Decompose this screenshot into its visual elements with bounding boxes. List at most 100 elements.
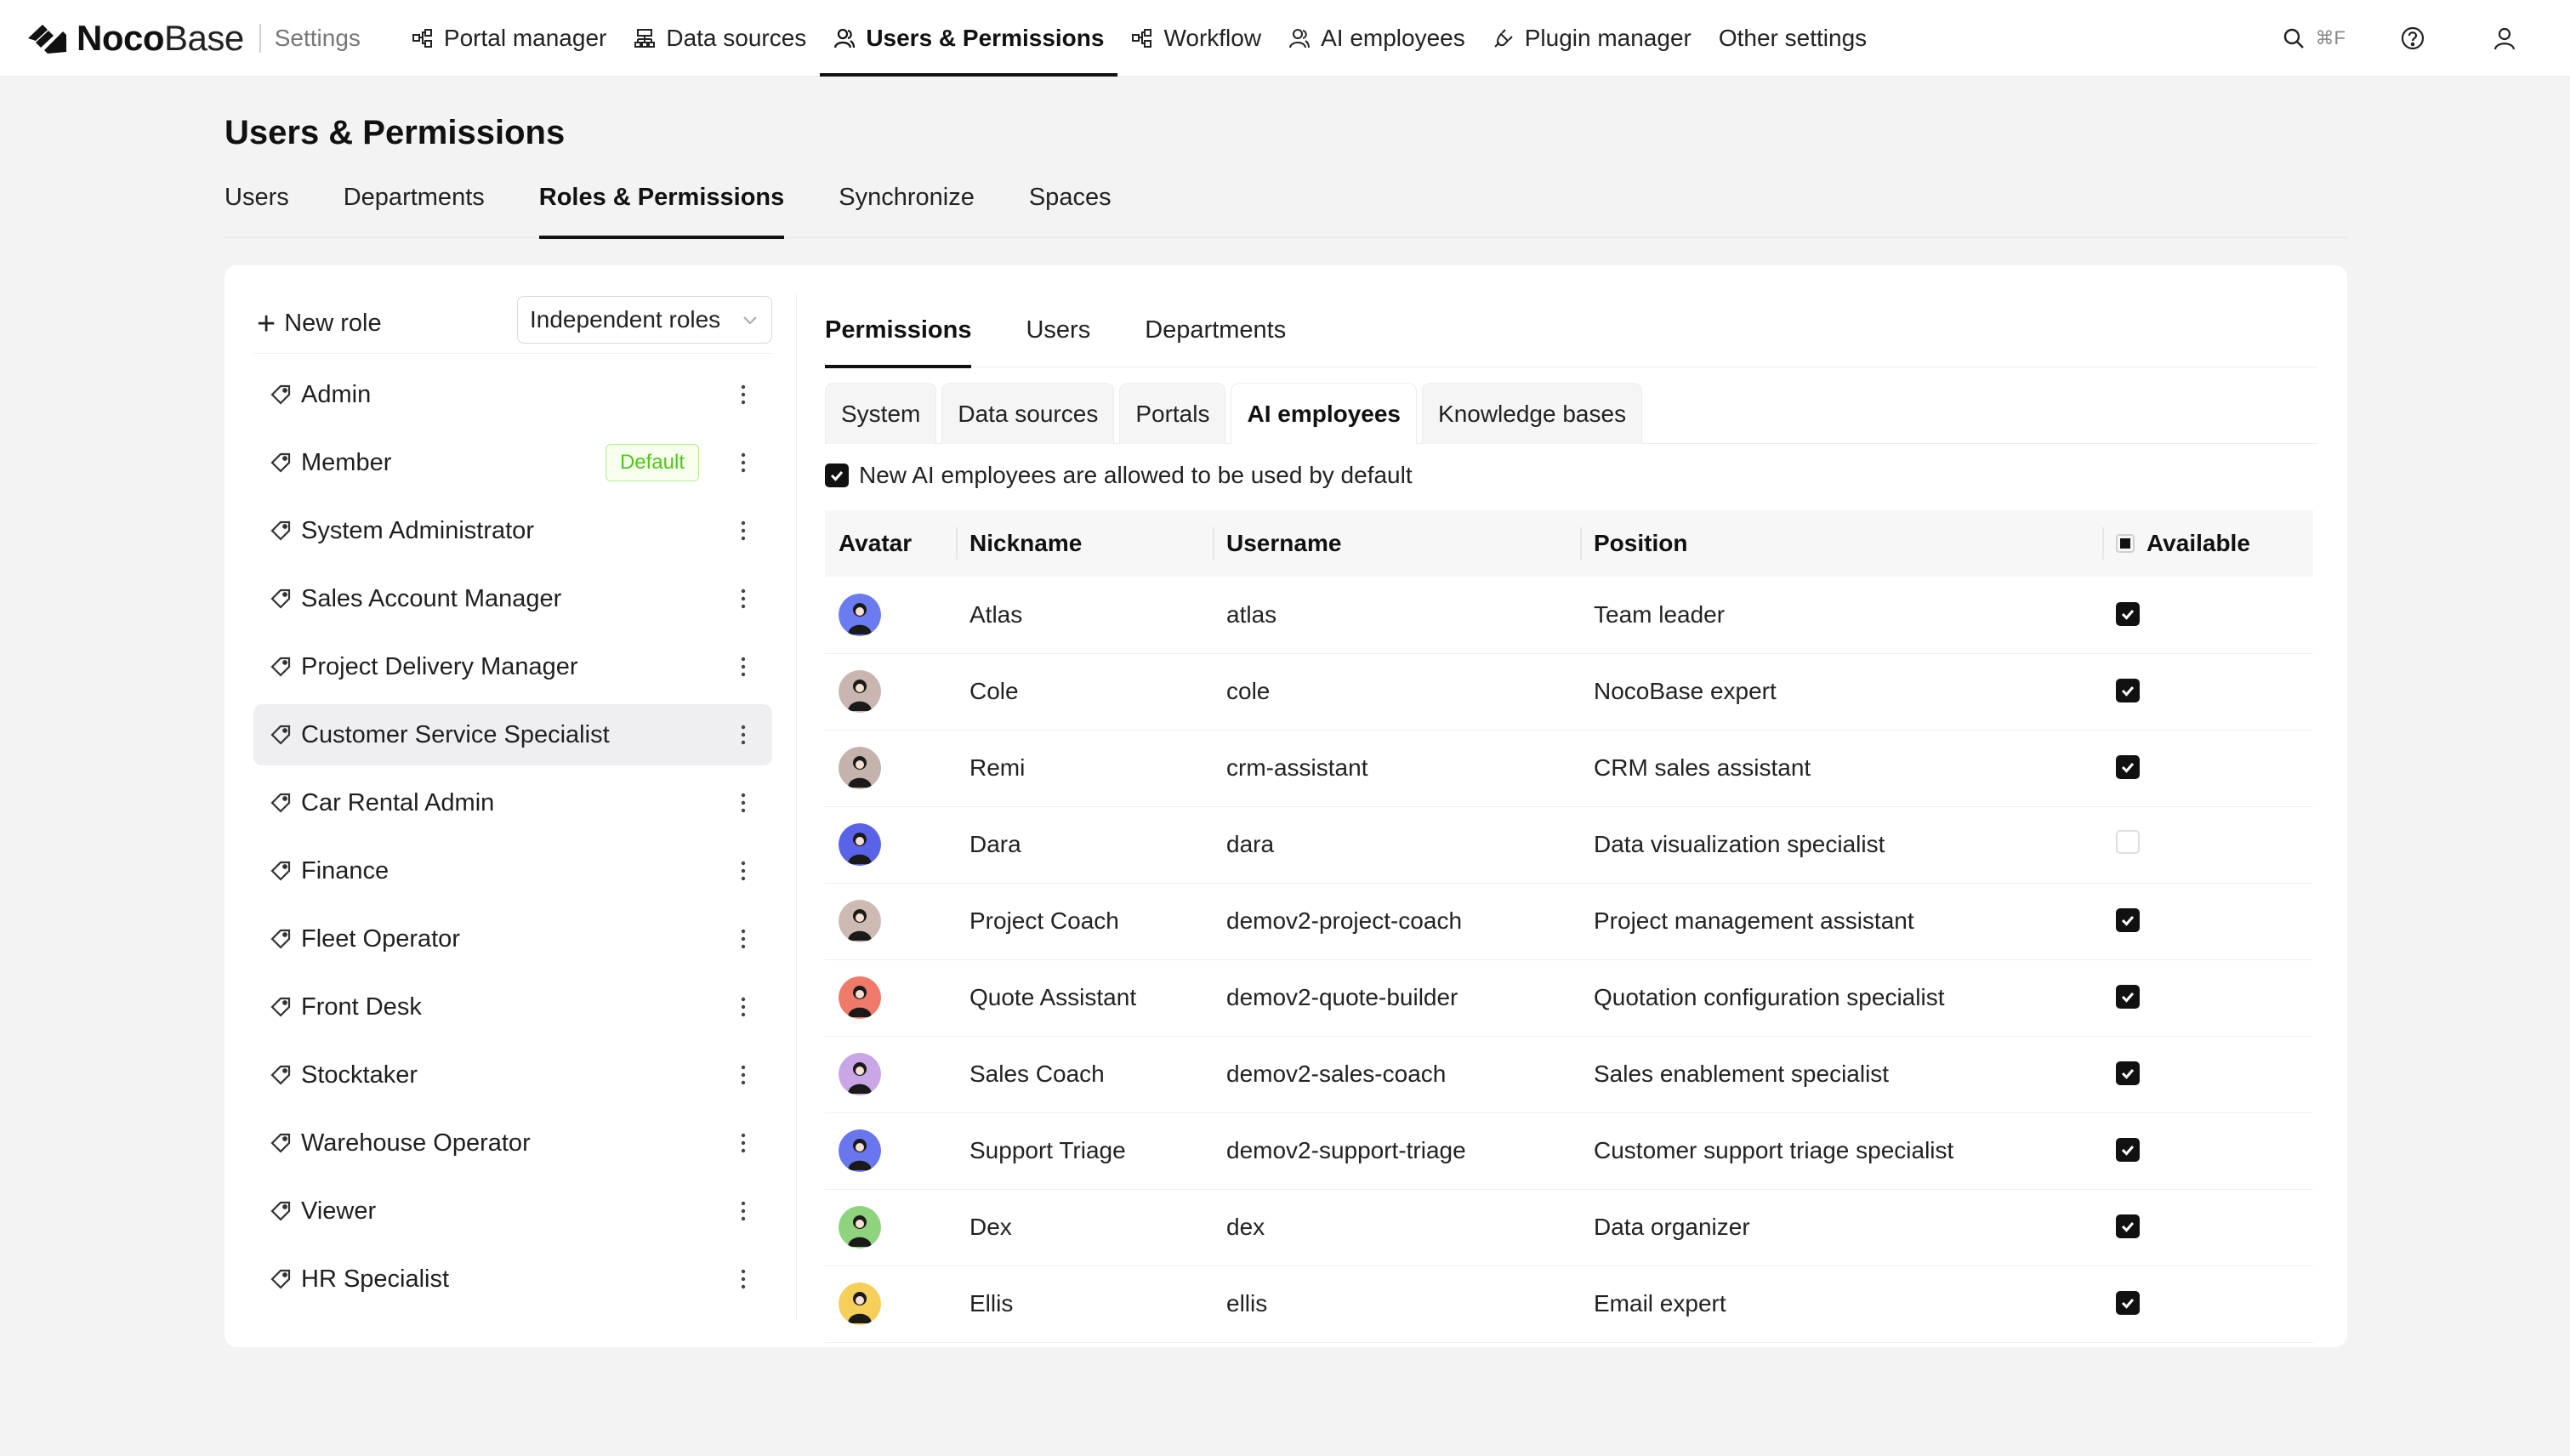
check-icon [2121, 763, 2135, 773]
username-cell: dara [1213, 806, 1580, 884]
help-icon[interactable] [2400, 26, 2425, 51]
role-item[interactable]: Stocktaker [253, 1044, 772, 1106]
available-checkbox[interactable] [2116, 1291, 2140, 1315]
nocobase-logo[interactable]: Noco Base Settings [26, 0, 361, 77]
tag-icon [270, 1133, 291, 1153]
tag-icon [270, 520, 291, 541]
tab-spaces[interactable]: Spaces [1029, 184, 1112, 238]
role-item[interactable]: Front Desk [253, 976, 772, 1038]
tab-permissions[interactable]: Permissions [825, 294, 972, 368]
nav-label: Plugin manager [1524, 24, 1692, 51]
settings-section-label: Settings [274, 24, 361, 51]
role-item[interactable]: Sales Account Manager [253, 568, 772, 629]
role-name: System Administrator [301, 516, 534, 544]
user-avatar-icon[interactable] [2492, 26, 2517, 51]
role-item[interactable]: Member Default [253, 432, 772, 493]
more-options-icon[interactable] [740, 1268, 747, 1290]
role-item[interactable]: Project Delivery Manager [253, 636, 772, 697]
more-options-icon[interactable] [740, 452, 747, 474]
position-cell: NocoBase expert [1580, 653, 2102, 731]
role-item[interactable]: Fleet Operator [253, 908, 772, 970]
nav-other-settings[interactable]: Other settings [1705, 0, 1880, 77]
default-allow-checkbox[interactable] [825, 464, 849, 487]
more-options-icon[interactable] [740, 656, 747, 678]
available-checkbox[interactable] [2116, 1214, 2140, 1238]
available-checkbox[interactable] [2116, 1061, 2140, 1085]
available-checkbox[interactable] [2116, 755, 2140, 779]
role-mode-select[interactable]: Independent roles [517, 295, 772, 344]
tag-icon [270, 929, 291, 949]
available-checkbox[interactable] [2116, 908, 2140, 932]
page-title: Users & Permissions [225, 114, 566, 151]
available-checkbox[interactable] [2116, 985, 2140, 1009]
available-cell [2102, 1036, 2313, 1113]
nav-users-permissions[interactable]: Users & Permissions [820, 0, 1118, 77]
available-checkbox[interactable] [2116, 601, 2140, 626]
more-options-icon[interactable] [740, 928, 747, 950]
avatar-cell [825, 1112, 956, 1190]
avatar-cell [825, 730, 956, 807]
role-name: Viewer [301, 1197, 377, 1225]
role-name: Admin [301, 380, 372, 408]
tab-roles-permissions[interactable]: Roles & Permissions [538, 184, 784, 239]
more-options-icon[interactable] [740, 1132, 747, 1154]
available-checkbox[interactable] [2116, 829, 2140, 854]
tab-users[interactable]: Users [225, 184, 289, 238]
username-cell: atlas [1213, 577, 1580, 654]
role-item[interactable]: System Administrator [253, 500, 772, 561]
table-row: Cole cole NocoBase expert [825, 653, 2313, 731]
role-item[interactable]: Customer Service Specialist [253, 704, 772, 765]
role-item[interactable]: HR Specialist [253, 1248, 772, 1310]
available-checkbox[interactable] [2116, 679, 2140, 702]
tab-ai-employees[interactable]: AI employees [1231, 383, 1418, 444]
available-cell [2102, 730, 2313, 807]
settings-nav: Portal manager Data sources Users & Perm… [398, 0, 1880, 77]
table-body: Atlas atlas Team leader Cole cole NocoBase ex… [825, 577, 2313, 1343]
role-item[interactable]: Viewer [253, 1180, 772, 1242]
table-row: Ellis ellis Email expert [825, 1265, 2313, 1343]
username-cell: dex [1213, 1189, 1580, 1266]
nav-data-sources[interactable]: Data sources [620, 0, 820, 77]
more-options-icon[interactable] [740, 588, 747, 610]
position-cell: Customer support triage specialist [1580, 1112, 2102, 1190]
tab-synchronize[interactable]: Synchronize [839, 184, 975, 238]
tab-role-departments[interactable]: Departments [1145, 294, 1286, 367]
tab-role-users[interactable]: Users [1026, 294, 1090, 367]
nav-workflow[interactable]: Workflow [1117, 0, 1275, 77]
new-role-button[interactable]: + New role [257, 308, 382, 340]
more-options-icon[interactable] [740, 724, 747, 746]
more-options-icon[interactable] [740, 1064, 747, 1086]
more-options-icon[interactable] [740, 996, 747, 1018]
tab-departments[interactable]: Departments [344, 184, 485, 238]
avatar-cell [825, 1265, 956, 1343]
ai-employee-avatar [839, 900, 881, 942]
more-options-icon[interactable] [740, 860, 747, 882]
ai-employee-avatar [839, 976, 881, 1019]
nav-portal-manager[interactable]: Portal manager [398, 0, 620, 77]
more-options-icon[interactable] [740, 792, 747, 814]
nav-plugin-manager[interactable]: Plugin manager [1479, 0, 1705, 77]
role-item[interactable]: Admin [253, 364, 772, 425]
nickname-cell: Project Coach [956, 883, 1213, 960]
more-options-icon[interactable] [740, 384, 747, 406]
role-name: Finance [301, 856, 389, 884]
more-options-icon[interactable] [740, 1200, 747, 1222]
more-options-icon[interactable] [740, 520, 747, 542]
role-item[interactable]: Warehouse Operator [253, 1112, 772, 1174]
nav-ai-employees[interactable]: AI employees [1275, 0, 1479, 77]
tab-portals[interactable]: Portals [1119, 383, 1226, 444]
position-cell: Team leader [1580, 577, 2102, 654]
tab-system[interactable]: System [825, 383, 937, 444]
available-checkbox[interactable] [2116, 1138, 2140, 1162]
column-available-label: Available [2146, 530, 2250, 556]
tag-icon [270, 1201, 291, 1221]
role-item[interactable]: Finance [253, 840, 772, 901]
role-name: Front Desk [301, 992, 422, 1021]
table-row: Atlas atlas Team leader [825, 577, 2313, 654]
search-button[interactable]: ⌘F [2282, 26, 2345, 50]
select-all-available-checkbox[interactable] [2116, 534, 2135, 553]
tab-knowledge-bases[interactable]: Knowledge bases [1422, 383, 1643, 444]
role-name: Warehouse Operator [301, 1129, 531, 1157]
tab-data-sources[interactable]: Data sources [941, 383, 1115, 444]
role-item[interactable]: Car Rental Admin [253, 772, 772, 833]
